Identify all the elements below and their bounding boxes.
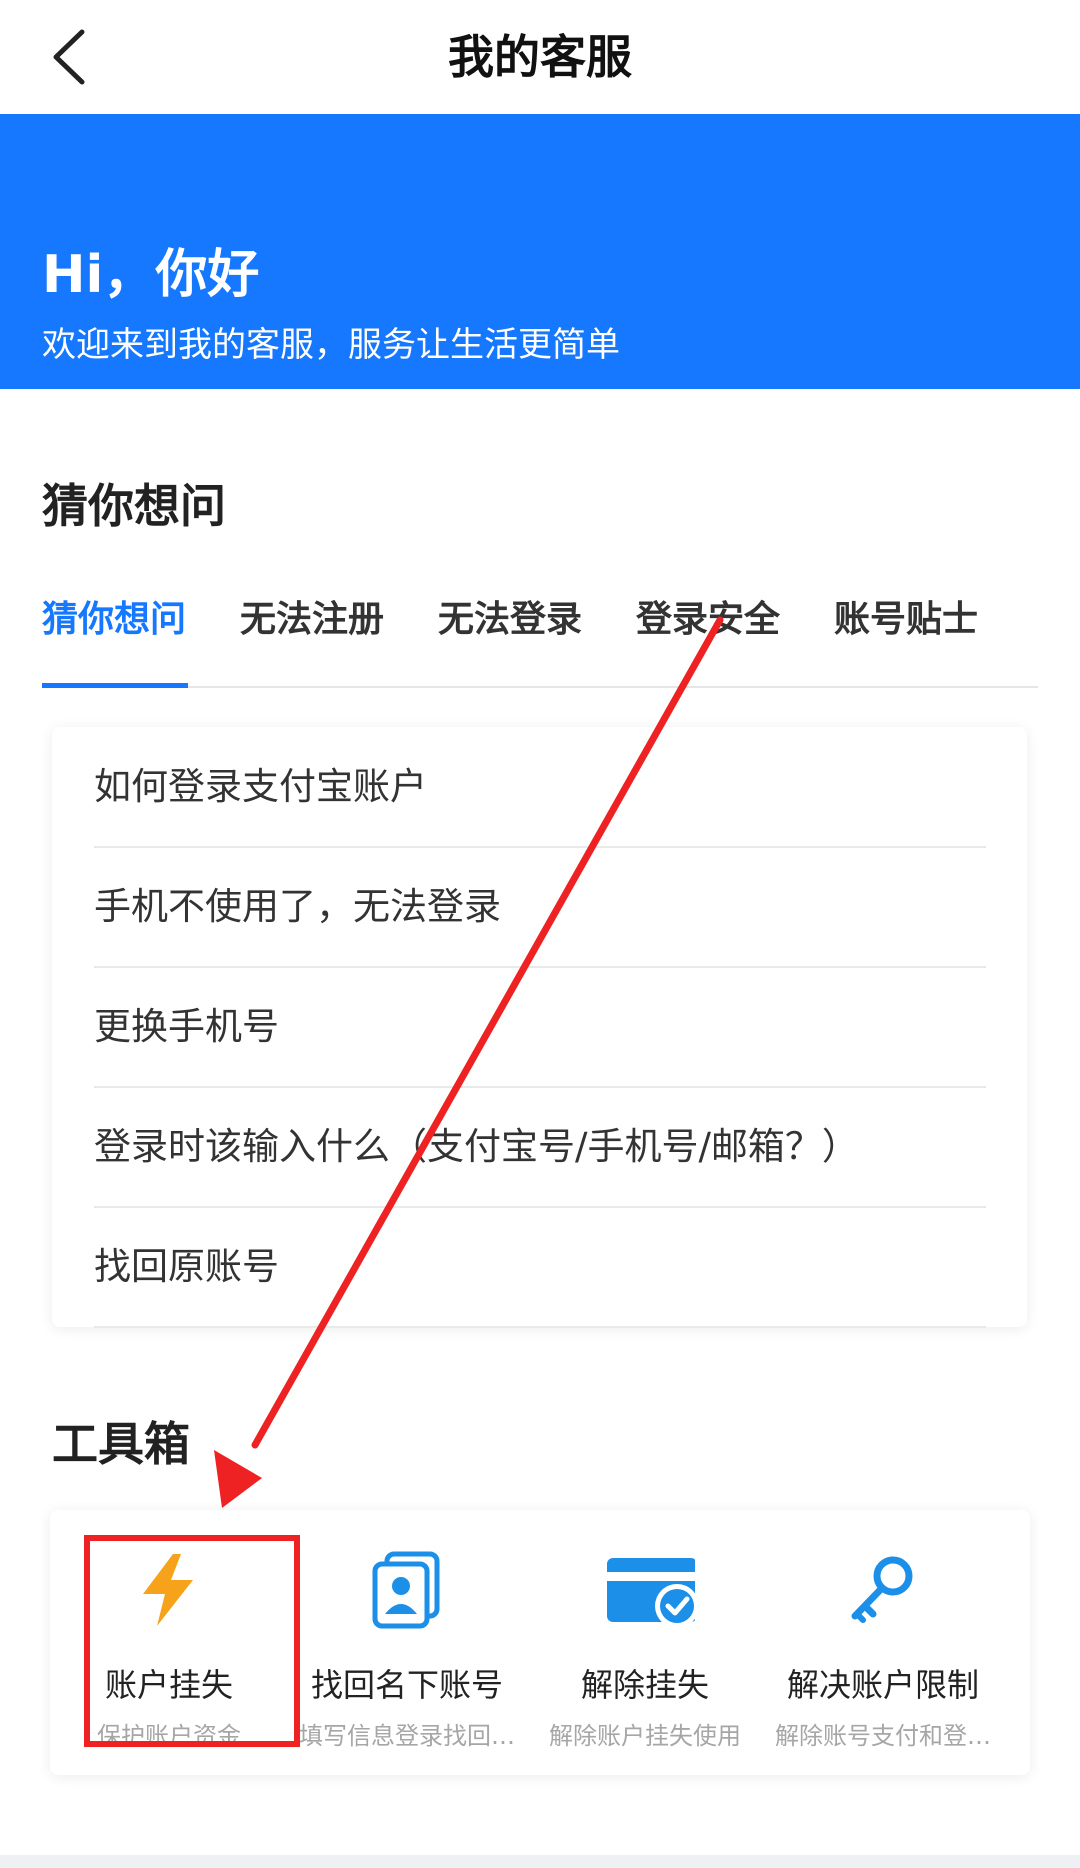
lightning-icon xyxy=(143,1554,193,1626)
tool-desc: 保护账户资金 xyxy=(97,1722,241,1750)
tool-desc: 解除账户挂失使用 xyxy=(549,1722,741,1750)
bottom-edge xyxy=(0,1855,1080,1868)
id-card-icon xyxy=(372,1551,440,1629)
tool-report-loss[interactable]: 账户挂失 保护账户资金 xyxy=(50,1510,288,1775)
faq-list: 如何登录支付宝账户 手机不使用了，无法登录 更换手机号 登录时该输入什么（支付宝… xyxy=(52,727,1027,1328)
toolbox-section-title: 工具箱 xyxy=(52,1417,190,1471)
banner-greeting: Hi，你好 xyxy=(42,245,260,305)
tab-account-tips[interactable]: 账号贴士 xyxy=(834,588,978,686)
tool-desc: 解除账号支付和登… xyxy=(775,1722,991,1750)
list-item[interactable]: 找回原账号 xyxy=(94,1207,986,1328)
welcome-banner: Hi，你好 欢迎来到我的客服，服务让生活更简单 xyxy=(0,114,1080,389)
tool-name: 找回名下账号 xyxy=(310,1666,503,1704)
list-item[interactable]: 登录时该输入什么（支付宝号/手机号/邮箱？） xyxy=(94,1087,986,1208)
toolbox-grid: 账户挂失 保护账户资金 找回名下账号 填写信息登录找回… 解除挂失 解除账户挂失… xyxy=(50,1510,1030,1775)
faq-tabs: 猜你想问 无法注册 无法登录 登录安全 账号贴士 xyxy=(42,588,1038,688)
tool-recover-account[interactable]: 找回名下账号 填写信息登录找回… xyxy=(288,1510,526,1775)
list-item[interactable]: 手机不使用了，无法登录 xyxy=(94,847,986,968)
tool-name: 账户挂失 xyxy=(104,1666,233,1704)
tab-cannot-register[interactable]: 无法注册 xyxy=(240,588,384,686)
tab-guess[interactable]: 猜你想问 xyxy=(42,588,188,688)
list-item[interactable]: 如何登录支付宝账户 xyxy=(94,727,986,848)
tool-cancel-loss[interactable]: 解除挂失 解除账户挂失使用 xyxy=(526,1510,764,1775)
list-item[interactable]: 更换手机号 xyxy=(94,967,986,1088)
tab-label: 猜你想问 xyxy=(42,599,187,640)
tab-login-security[interactable]: 登录安全 xyxy=(636,588,780,686)
faq-section-title: 猜你想问 xyxy=(42,479,226,533)
tool-desc: 填写信息登录找回… xyxy=(299,1722,515,1750)
tab-label: 账号贴士 xyxy=(834,599,979,640)
page-title: 我的客服 xyxy=(448,30,632,84)
active-tab-indicator xyxy=(42,683,188,688)
navbar: 我的客服 xyxy=(0,0,1080,114)
tool-name: 解除挂失 xyxy=(580,1666,709,1704)
tab-label: 无法登录 xyxy=(438,599,583,640)
tab-label: 无法注册 xyxy=(240,599,385,640)
tool-name: 解决账户限制 xyxy=(786,1666,979,1704)
key-icon xyxy=(851,1556,913,1623)
tool-resolve-restriction[interactable]: 解决账户限制 解除账号支付和登… xyxy=(764,1510,1002,1775)
card-check-icon xyxy=(607,1558,695,1628)
banner-subtitle: 欢迎来到我的客服，服务让生活更简单 xyxy=(42,325,620,365)
tab-label: 登录安全 xyxy=(636,599,781,640)
tab-cannot-login[interactable]: 无法登录 xyxy=(438,588,582,686)
